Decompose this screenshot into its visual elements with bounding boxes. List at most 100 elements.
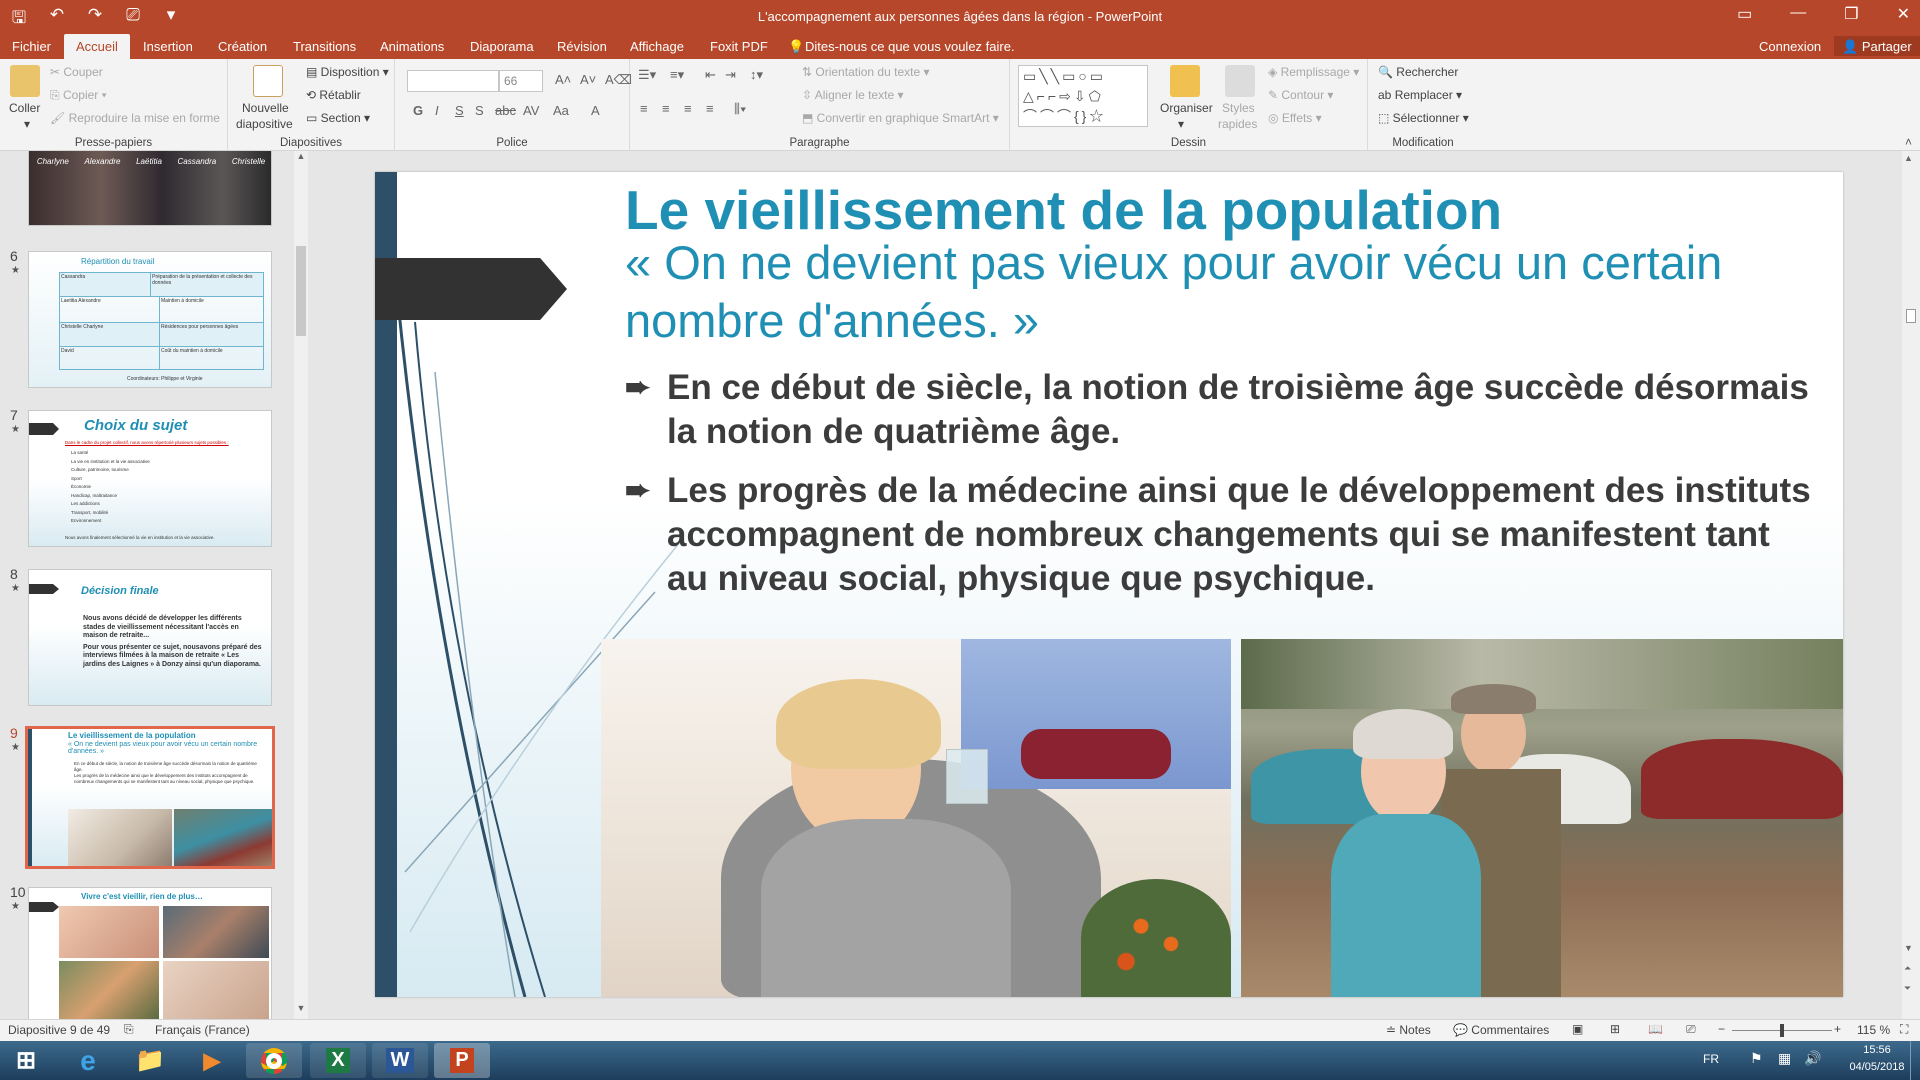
shape-outline-button[interactable]: ✎ Contour ▾: [1268, 88, 1333, 102]
format-painter-button[interactable]: 🖌 Reproduire la mise en forme: [50, 111, 220, 125]
section-button[interactable]: ▭ Section ▾: [306, 111, 370, 125]
sign-in-link[interactable]: Connexion: [1759, 39, 1821, 54]
scroll-down-icon[interactable]: ▼: [1904, 943, 1913, 953]
network-icon[interactable]: ▦: [1778, 1050, 1791, 1067]
new-slide-label-2[interactable]: diapositive: [236, 117, 293, 131]
thumbnail-slide-6[interactable]: Répartition du travail Cassandra Préparat…: [28, 251, 272, 388]
arrange-icon[interactable]: [1170, 65, 1200, 97]
language-indicator[interactable]: Français (France): [155, 1023, 250, 1037]
strikethrough-button[interactable]: abc: [495, 103, 516, 118]
tab-diaporama[interactable]: Diaporama: [470, 39, 534, 54]
clock-date[interactable]: 04/05/2018: [1846, 1061, 1908, 1073]
scroll-down-icon[interactable]: ▼: [294, 1003, 308, 1017]
paste-button[interactable]: Coller: [9, 101, 40, 115]
minimize-icon[interactable]: —: [1790, 4, 1806, 24]
chrome-icon[interactable]: [246, 1043, 302, 1078]
shadow-button[interactable]: S: [475, 103, 484, 118]
close-icon[interactable]: ✕: [1897, 4, 1910, 24]
zoom-in-icon[interactable]: +: [1834, 1022, 1841, 1036]
copy-button[interactable]: ⎘ Copier ▾: [50, 88, 107, 103]
scroll-thumb[interactable]: [1906, 309, 1916, 323]
cut-button[interactable]: ✂ Couper: [50, 65, 103, 79]
scroll-up-icon[interactable]: ▲: [294, 151, 308, 165]
shape-effects-button[interactable]: ◎ Effets ▾: [1268, 111, 1322, 125]
slideshow-icon[interactable]: ⎚: [1686, 1022, 1696, 1037]
shapes-gallery[interactable]: ▭╲╲▭○▭ △⌐⌐⇨⇩⬠ ⌒⌒⌒{}☆: [1018, 65, 1148, 127]
slide-bullet-2[interactable]: ➨ Les progrès de la médecine ainsi que l…: [625, 469, 1815, 601]
bullets-icon[interactable]: ☰▾: [638, 67, 656, 83]
quick-styles-label-1[interactable]: Styles: [1222, 101, 1255, 115]
fit-slide-icon[interactable]: ⛶: [1900, 1022, 1908, 1037]
slide-title[interactable]: Le vieillissement de la population: [625, 178, 1502, 242]
tab-fichier[interactable]: Fichier: [12, 39, 51, 54]
numbering-icon[interactable]: ≡▾: [670, 67, 684, 83]
media-player-icon[interactable]: ▶: [184, 1043, 240, 1078]
thumbnail-slide-7[interactable]: Choix du sujet Dans le cadre du projet c…: [28, 410, 272, 547]
text-direction-button[interactable]: ⇅ Orientation du texte ▾: [802, 65, 929, 79]
tab-accueil[interactable]: Accueil: [64, 34, 130, 59]
italic-button[interactable]: I: [435, 103, 439, 118]
zoom-slider-thumb[interactable]: [1780, 1024, 1784, 1037]
flag-icon[interactable]: ⚑: [1750, 1050, 1763, 1067]
spellcheck-icon[interactable]: ⎘: [124, 1022, 134, 1037]
change-case-button[interactable]: Aa: [553, 103, 569, 118]
thumbnail-slide-8[interactable]: Décision finale Nous avons décidé de dév…: [28, 569, 272, 706]
align-right-icon[interactable]: ≡: [684, 101, 692, 116]
slide-subtitle-quote[interactable]: « On ne devient pas vieux pour avoir véc…: [625, 234, 1815, 350]
next-slide-icon[interactable]: ⏷: [1904, 983, 1911, 994]
zoom-level[interactable]: 115 %: [1857, 1023, 1890, 1037]
notes-button[interactable]: ≐ Notes: [1386, 1023, 1431, 1037]
word-icon[interactable]: W: [372, 1043, 428, 1078]
replace-button[interactable]: ab Remplacer ▾: [1378, 88, 1462, 102]
powerpoint-icon[interactable]: P: [434, 1043, 490, 1078]
maximize-icon[interactable]: ❐: [1844, 4, 1858, 24]
tab-creation[interactable]: Création: [218, 39, 267, 54]
font-size-combo[interactable]: 66: [499, 70, 543, 92]
bold-button[interactable]: G: [413, 103, 423, 118]
tab-affichage[interactable]: Affichage: [630, 39, 684, 54]
quick-styles-label-2[interactable]: rapides: [1218, 117, 1257, 131]
quick-styles-icon[interactable]: [1225, 65, 1255, 97]
find-button[interactable]: 🔍 Rechercher: [1378, 65, 1458, 79]
grow-font-icon[interactable]: A˄: [555, 72, 571, 87]
clock-time[interactable]: 15:56: [1852, 1044, 1902, 1056]
thumbnail-slide-10[interactable]: Vivre c'est vieillir, rien de plus…: [28, 887, 272, 1019]
reading-view-icon[interactable]: 📖: [1648, 1022, 1663, 1036]
ribbon-display-icon[interactable]: ▭: [1737, 4, 1752, 24]
indent-decrease-icon[interactable]: ⇤: [705, 67, 716, 83]
scroll-up-icon[interactable]: ▲: [1904, 153, 1913, 163]
shape-fill-button[interactable]: ◈ Remplissage ▾: [1268, 65, 1359, 79]
tab-revision[interactable]: Révision: [557, 39, 607, 54]
tab-insertion[interactable]: Insertion: [143, 39, 193, 54]
reset-button[interactable]: ⟲ Rétablir: [306, 88, 361, 102]
photo-elderly-couple-cars[interactable]: [1241, 639, 1843, 997]
line-spacing-icon[interactable]: ↕▾: [750, 67, 763, 83]
align-center-icon[interactable]: ≡: [662, 101, 670, 116]
select-button[interactable]: ⬚ Sélectionner ▾: [1378, 111, 1469, 125]
paste-icon[interactable]: [10, 65, 40, 97]
char-spacing-button[interactable]: AV: [523, 103, 539, 118]
file-explorer-icon[interactable]: 📁: [122, 1043, 178, 1078]
tab-animations[interactable]: Animations: [380, 39, 444, 54]
align-left-icon[interactable]: ≡: [640, 101, 648, 116]
new-slide-label-1[interactable]: Nouvelle: [242, 101, 289, 115]
slide-bullet-1[interactable]: ➨ En ce début de siècle, la notion de tr…: [625, 366, 1815, 454]
volume-icon[interactable]: 🔊: [1804, 1050, 1821, 1067]
zoom-out-icon[interactable]: −: [1718, 1022, 1725, 1036]
slide-sorter-icon[interactable]: ⊞: [1610, 1022, 1620, 1036]
layout-button[interactable]: ▤ Disposition ▾: [306, 65, 389, 79]
arrange-dropdown-icon[interactable]: ▾: [1178, 117, 1184, 131]
thumbnail-scrollbar[interactable]: ▲ ▼: [294, 151, 308, 1019]
clear-format-icon[interactable]: A⌫: [605, 72, 632, 88]
internet-explorer-icon[interactable]: e: [60, 1043, 116, 1078]
smartart-button[interactable]: ⬒ Convertir en graphique SmartArt ▾: [802, 111, 999, 125]
indent-increase-icon[interactable]: ⇥: [725, 67, 736, 83]
arrange-button[interactable]: Organiser: [1160, 101, 1213, 115]
input-language[interactable]: FR: [1703, 1052, 1719, 1066]
align-text-button[interactable]: ⇳ Aligner le texte ▾: [802, 88, 903, 102]
slide-thumbnail-panel[interactable]: Charlyne Alexandre Laëtitia Cassandra Christ…: [0, 151, 312, 1019]
shrink-font-icon[interactable]: A˅: [580, 72, 596, 87]
collapse-ribbon-icon[interactable]: ˄: [1905, 135, 1912, 149]
scroll-thumb[interactable]: [296, 246, 306, 336]
windows-start-icon[interactable]: ⊞: [0, 1043, 52, 1078]
